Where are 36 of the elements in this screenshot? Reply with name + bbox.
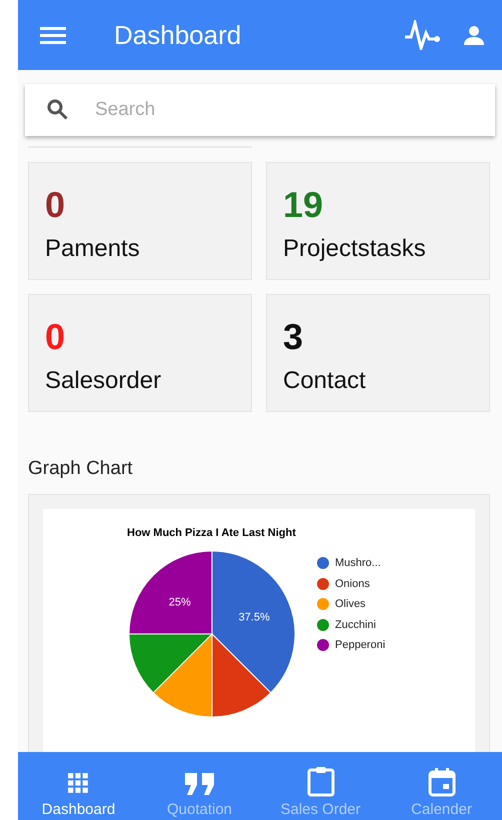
chart-title: How Much Pizza I Ate Last Night bbox=[127, 527, 297, 539]
stat-card[interactable]: 19 Projectstasks bbox=[266, 162, 490, 280]
stat-label: Salesorder bbox=[45, 367, 162, 395]
stat-value: 0 bbox=[45, 317, 66, 357]
stat-card[interactable]: 3 Contact bbox=[266, 294, 490, 412]
nav-tab[interactable]: Dashboard bbox=[18, 752, 139, 820]
pulse-icon[interactable] bbox=[404, 20, 442, 50]
legend-label: Onions bbox=[335, 578, 370, 590]
slice-label: 25% bbox=[168, 596, 191, 609]
legend-label: Olives bbox=[335, 598, 366, 610]
clipboard-icon bbox=[306, 765, 336, 797]
legend-label: Mushro... bbox=[335, 557, 381, 570]
legend-dot bbox=[317, 639, 329, 652]
stat-label: Paments bbox=[45, 235, 140, 263]
section-heading: Graph Chart bbox=[28, 458, 134, 480]
stat-card[interactable]: 0 Salesorder bbox=[28, 294, 252, 412]
menu-icon[interactable] bbox=[40, 26, 66, 44]
quote-icon bbox=[182, 771, 216, 797]
legend-label: Zucchini bbox=[335, 618, 376, 631]
stat-label: Projectstasks bbox=[283, 235, 426, 263]
search-field[interactable]: Search bbox=[25, 84, 495, 136]
stat-card[interactable]: 0 Paments bbox=[28, 162, 252, 280]
stat-value: 3 bbox=[283, 317, 304, 357]
legend-dot bbox=[317, 557, 329, 570]
legend-dot bbox=[317, 578, 329, 590]
stat-value: 0 bbox=[45, 185, 66, 225]
legend-dot bbox=[317, 618, 329, 631]
calendar-icon bbox=[426, 767, 456, 797]
search-icon bbox=[47, 99, 69, 121]
legend-dot bbox=[317, 598, 329, 610]
person-icon[interactable] bbox=[464, 25, 484, 45]
slice-label: 37.5% bbox=[238, 612, 270, 624]
legend-label: Pepperoni bbox=[335, 639, 386, 652]
stat-value: 19 bbox=[283, 185, 324, 225]
app-title: Dashboard bbox=[114, 20, 242, 50]
stat-label: Contact bbox=[283, 367, 366, 395]
